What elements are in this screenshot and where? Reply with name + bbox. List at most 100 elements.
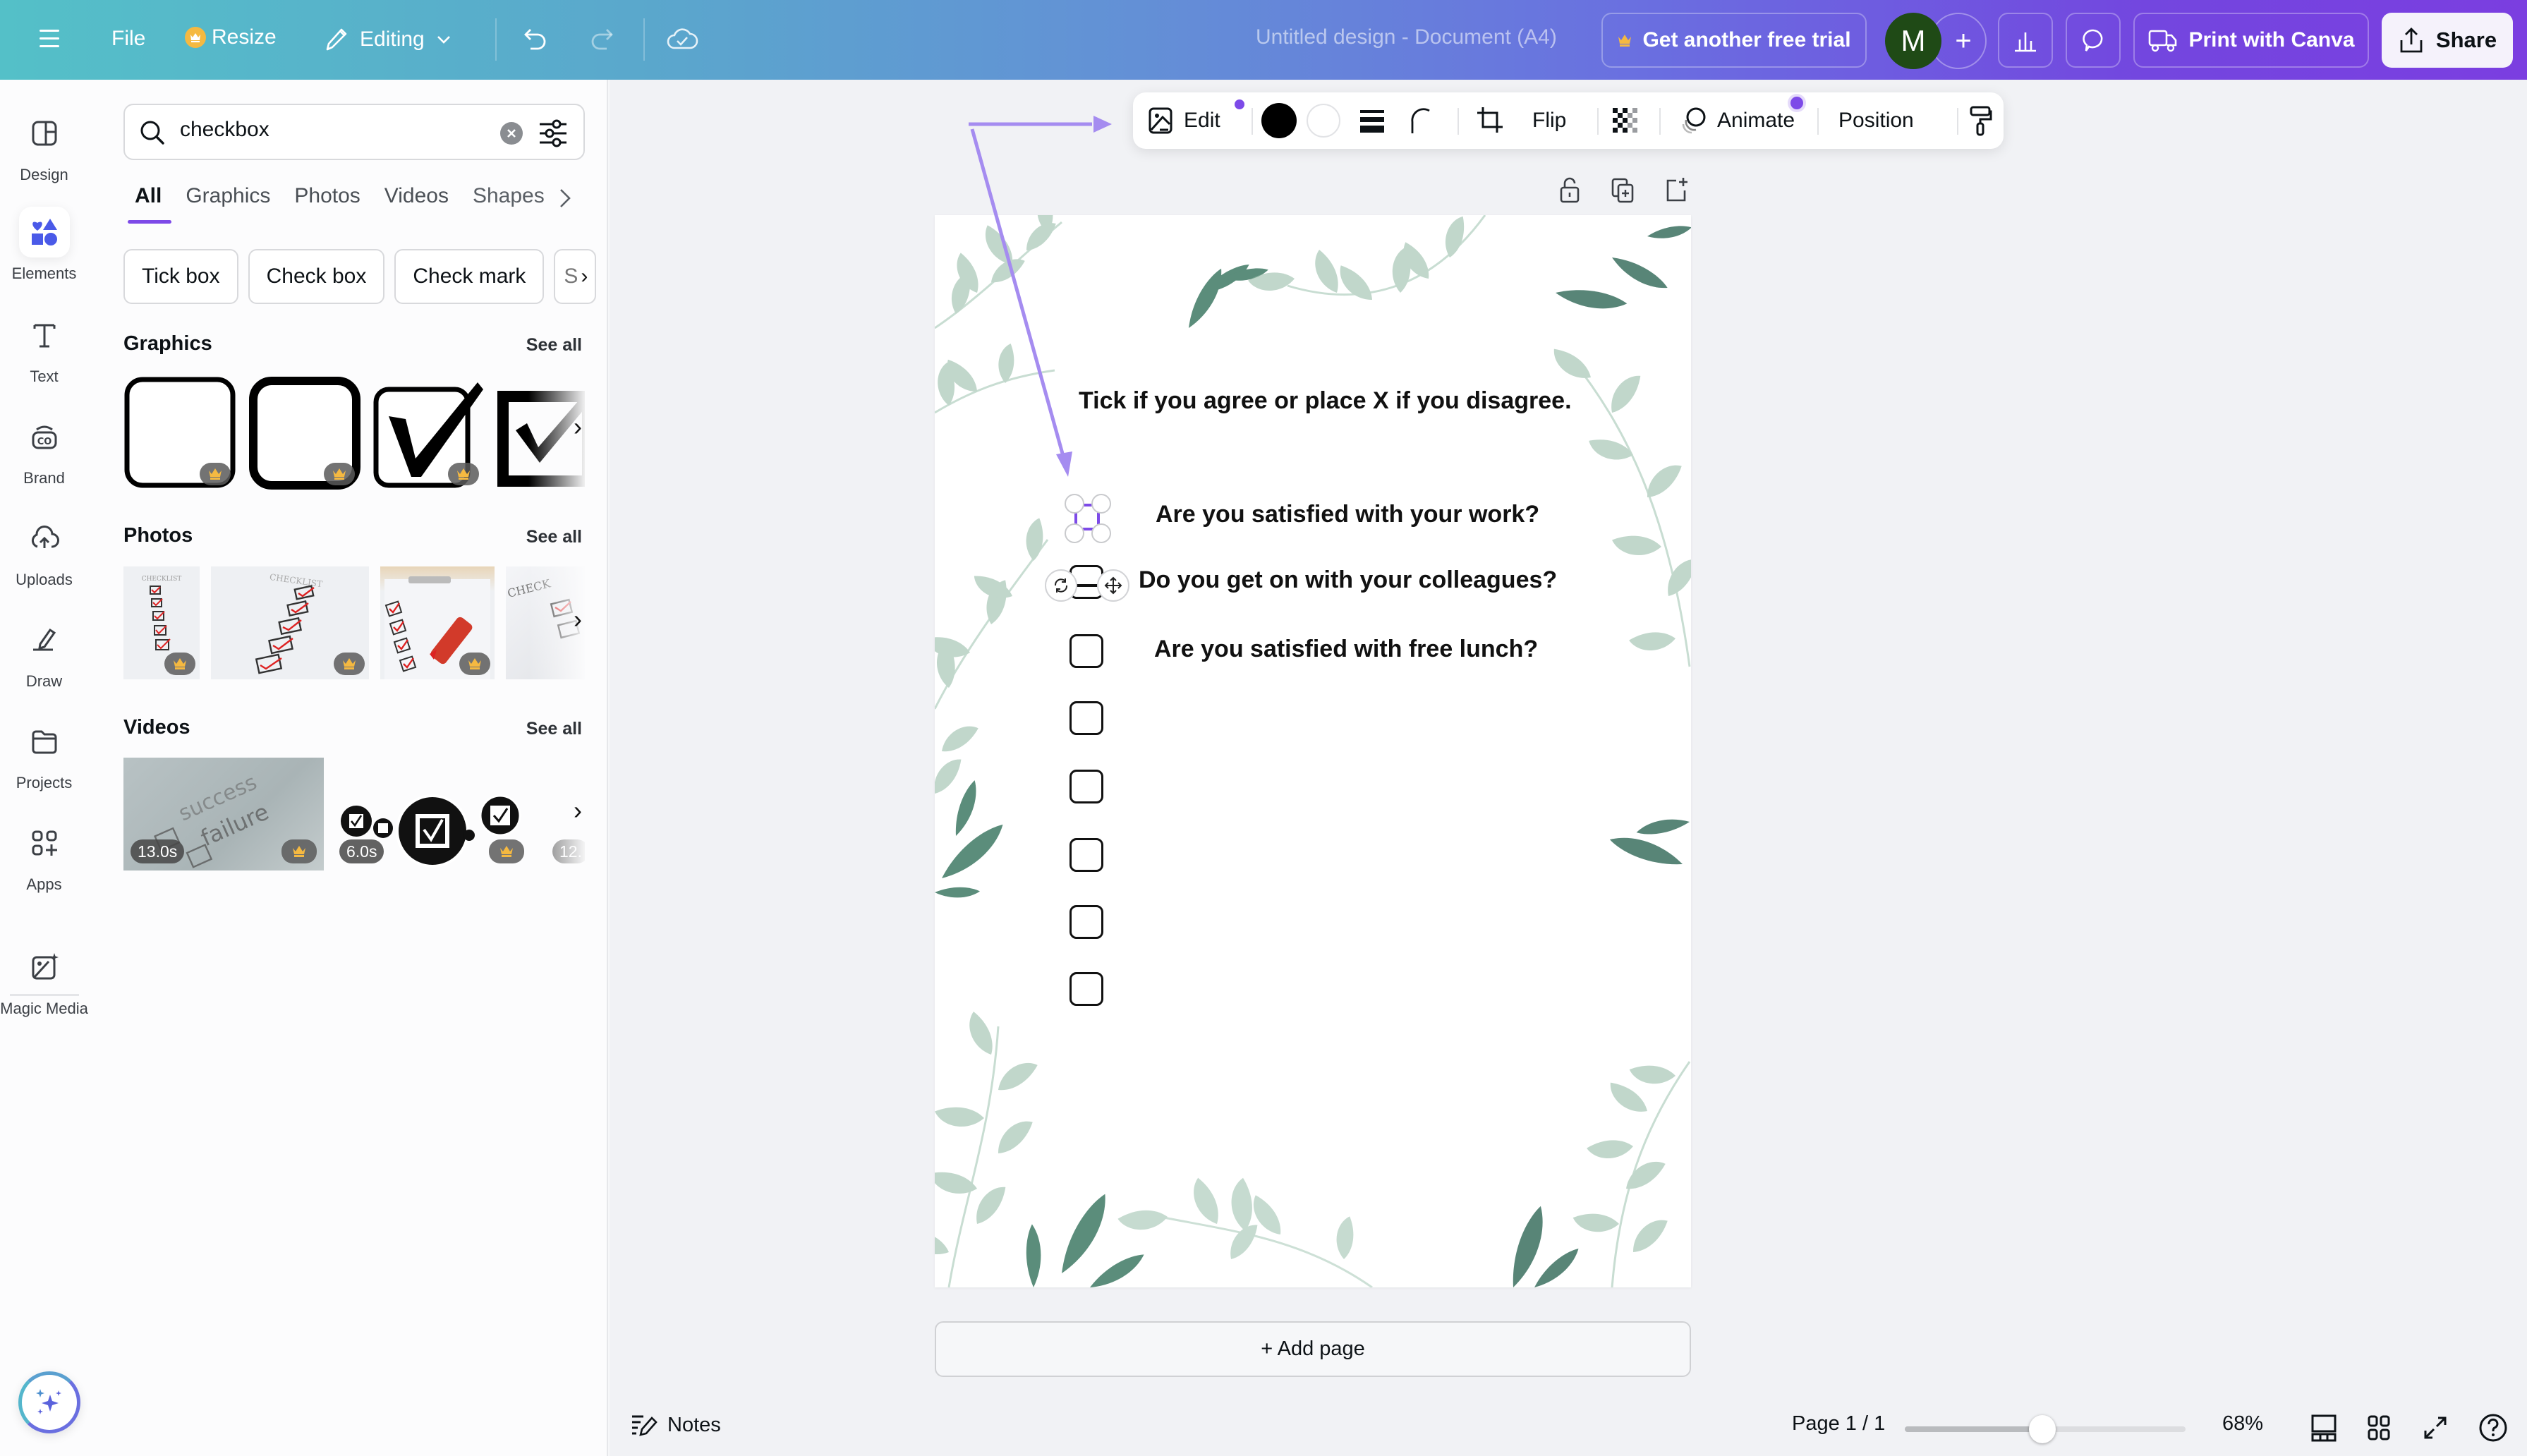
photos-next-button[interactable]: › [574,605,582,634]
print-with-canva-button[interactable]: Print with Canva [2133,13,2369,68]
question-text[interactable]: Are you satisfied with free lunch? [1154,636,1538,663]
search-box[interactable] [123,104,585,160]
rail-item-uploads[interactable]: Uploads [0,513,88,589]
chevron-down-icon [437,36,450,44]
move-icon [1104,576,1122,595]
graphic-thumb-thick-box[interactable] [248,374,360,491]
rail-item-design[interactable]: Design [0,108,88,184]
rail-item-elements[interactable]: Elements [0,207,88,283]
graphics-next-button[interactable]: › [574,412,582,442]
cloud-save-status[interactable] [666,24,698,55]
checkbox[interactable] [1069,838,1103,872]
help-button[interactable] [2478,1412,2509,1443]
insights-button[interactable] [1998,13,2053,68]
tab-shapes[interactable]: Shapes [473,184,545,224]
transparency-button[interactable] [1611,92,1641,149]
graphic-thumb-rounded-box[interactable] [123,374,236,491]
notes-button[interactable]: Notes [631,1412,721,1438]
photo-thumb-checklist-2[interactable]: CHECKLIST [211,566,369,679]
avatar[interactable]: M [1885,13,1941,69]
grid-view-button[interactable] [2365,1414,2393,1442]
crop-button[interactable] [1476,92,1505,149]
chip-tick-box[interactable]: Tick box [123,249,238,304]
copy-style-button[interactable] [1968,92,1992,149]
videos-see-all-link[interactable]: See all [526,719,582,739]
chip-check-mark[interactable]: Check mark [394,249,545,304]
edit-button[interactable]: Edit [1147,92,1244,149]
graphics-see-all-link[interactable]: See all [526,335,582,356]
filter-button[interactable] [537,118,569,149]
rail-item-text[interactable]: Text [0,310,88,386]
file-menu-button[interactable]: File [111,27,145,51]
video-thumb-checkmark-bubbles[interactable]: 6.0s [338,758,528,870]
design-page[interactable]: Tick if you agree or place X if you disa… [935,215,1691,1287]
main-menu-button[interactable] [37,27,62,51]
search-input[interactable] [180,118,490,142]
position-button[interactable]: Position [1838,92,1914,149]
resize-handle[interactable] [1065,523,1084,543]
photo-thumb-checklist-1[interactable]: CHECKLIST [123,566,200,679]
brand-icon: CO [19,411,70,462]
fill-color-button[interactable] [1261,92,1297,149]
lock-page-button[interactable] [1558,176,1582,203]
checkbox[interactable] [1069,770,1103,803]
rail-item-brand[interactable]: CO Brand [0,411,88,487]
magic-assistant-button[interactable] [18,1371,80,1433]
checkbox[interactable] [1069,905,1103,939]
animate-button[interactable]: Animate [1679,92,1803,149]
resize-handle[interactable] [1065,494,1084,514]
instruction-text[interactable]: Tick if you agree or place X if you disa… [1079,387,1572,415]
redo-button[interactable] [586,24,617,55]
fullscreen-button[interactable] [2421,1414,2449,1442]
resize-handle[interactable] [1091,494,1111,514]
graphic-thumb-checked-box[interactable] [372,374,485,491]
chip-check-box[interactable]: Check box [248,249,385,304]
tab-videos[interactable]: Videos [384,184,449,224]
editing-mode-dropdown[interactable]: Editing [322,25,453,54]
svg-text:CHECKLIST: CHECKLIST [269,572,323,589]
rail-item-draw[interactable]: Draw [0,614,88,691]
photos-see-all-link[interactable]: See all [526,527,582,547]
comments-button[interactable] [2066,13,2121,68]
duplicate-page-button[interactable] [1610,176,1635,203]
resize-handle[interactable] [1091,523,1111,543]
question-text[interactable]: Are you satisfied with your work? [1156,501,1539,528]
rotate-handle[interactable] [1045,569,1077,602]
checkbox[interactable] [1069,701,1103,735]
document-title[interactable]: Untitled design - Document (A4) [1256,25,1557,49]
video-thumb-success-failure[interactable]: success failure 13.0s [123,758,324,870]
zoom-percent-button[interactable]: 68% [2222,1412,2263,1436]
add-page-icon-button[interactable] [1664,176,1689,203]
tabs-next-button[interactable] [557,186,574,211]
resize-button[interactable]: Resize [185,25,277,49]
videos-next-button[interactable]: › [574,796,582,825]
chip-more[interactable]: S › [554,249,597,304]
border-color-button[interactable] [1307,92,1340,149]
crown-icon [185,27,206,48]
undo-button[interactable] [521,24,552,55]
tab-graphics[interactable]: Graphics [186,184,270,224]
zoom-slider-thumb[interactable] [2029,1415,2056,1443]
checkbox[interactable] [1069,972,1103,1006]
checkbox-selected[interactable] [1065,494,1111,543]
rail-item-magic-media[interactable]: Magic Media [0,942,88,1018]
tab-photos[interactable]: Photos [294,184,360,224]
flip-button[interactable]: Flip [1532,92,1566,149]
graphics-section-title: Graphics [123,332,212,355]
get-free-trial-button[interactable]: Get another free trial [1601,13,1867,68]
move-handle[interactable] [1097,569,1129,602]
photo-thumb-clipboard[interactable] [380,566,495,679]
add-page-button[interactable]: + Add page [935,1321,1691,1377]
share-button[interactable]: Share [2382,13,2513,68]
checkbox[interactable] [1069,634,1103,668]
clear-search-button[interactable] [500,122,523,145]
zoom-slider[interactable] [1905,1415,2186,1443]
border-style-button[interactable] [1359,92,1386,149]
question-text[interactable]: Do you get on with your colleagues? [1139,566,1557,594]
thumbnail-view-button[interactable] [2310,1414,2338,1442]
rail-item-projects[interactable]: Projects [0,716,88,792]
tab-all[interactable]: All [127,184,172,224]
rail-item-apps[interactable]: Apps [0,818,88,894]
corner-rounding-button[interactable] [1408,92,1434,149]
page-indicator[interactable]: Page 1 / 1 [1792,1412,1885,1436]
